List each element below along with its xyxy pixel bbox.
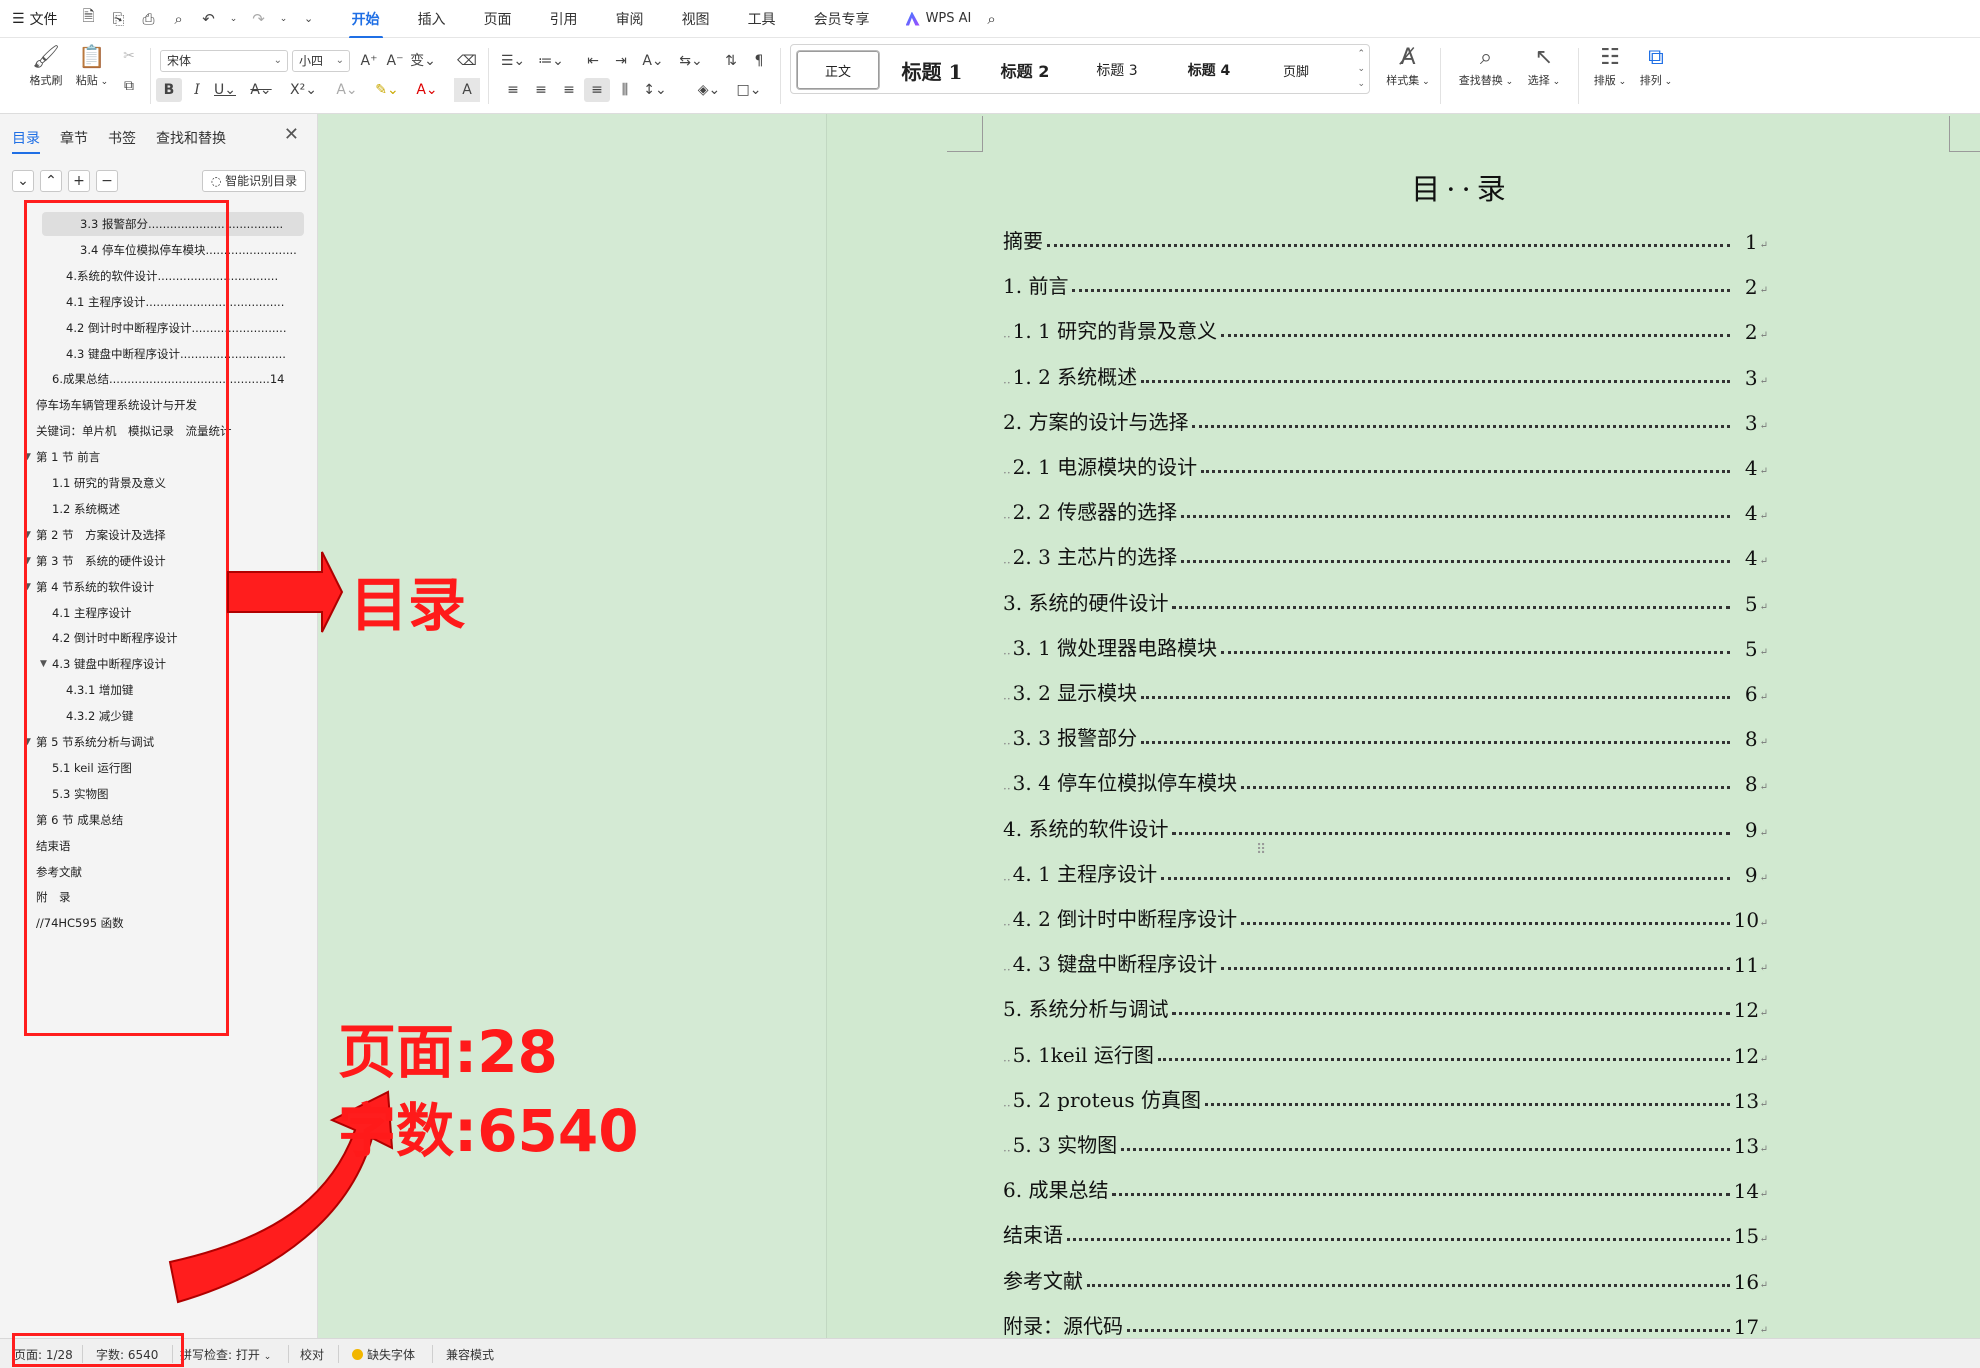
status-compat-mode: 兼容模式 [446,1348,495,1362]
annotation-pages: 页面:28 [338,1018,558,1086]
annotation-toc-label: 目录 [350,571,467,639]
statusbar-highlight-box [12,1333,184,1367]
wps-writer-window: ☰ 文件 🗎 ⎘ ⎙ ⌕ ↶ ⌄ ↷ ⌄ ⌄ 开始 插入 页面 引用 审阅 视图… [0,0,1980,1368]
status-bar: 页面: 1/28 字数: 6540 拼写检查: 打开 ⌄ 校对 缺失字体 兼容模… [0,1338,1980,1368]
status-proofread[interactable]: 校对 [300,1346,324,1363]
status-missing-font[interactable]: 缺失字体 [352,1346,415,1363]
annotation-arrows [168,551,394,1304]
spellcheck-label: 拼写检查: 打开 [180,1348,260,1362]
chevron-down-icon: ⌄ [263,1352,272,1362]
missing-font-label: 缺失字体 [367,1348,416,1362]
annotation-words: 字数:6540 [338,1097,639,1165]
status-spellcheck[interactable]: 拼写检查: 打开 ⌄ [180,1346,271,1363]
arrow-to-toc [227,551,344,633]
warning-icon [352,1349,363,1360]
